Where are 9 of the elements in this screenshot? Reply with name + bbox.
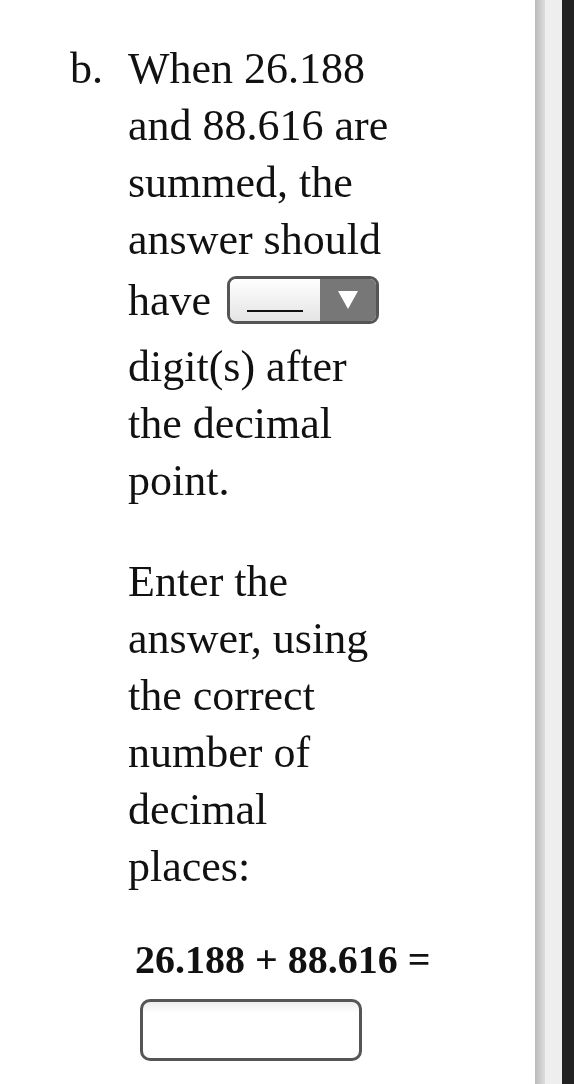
instruction-text: Enter the answer, using the correct number of decimal places: [128, 556, 370, 893]
equation-text: 26.188 + 88.616 = [135, 936, 431, 984]
question-text: have [128, 274, 212, 327]
answer-field[interactable] [140, 999, 362, 1061]
caret-icon [338, 291, 359, 309]
digits-dropdown[interactable] [227, 276, 380, 324]
scrollbar[interactable] [535, 0, 574, 1084]
question-text: digit(s) after the decimal point. [128, 341, 348, 507]
question-label: b. [70, 43, 104, 95]
